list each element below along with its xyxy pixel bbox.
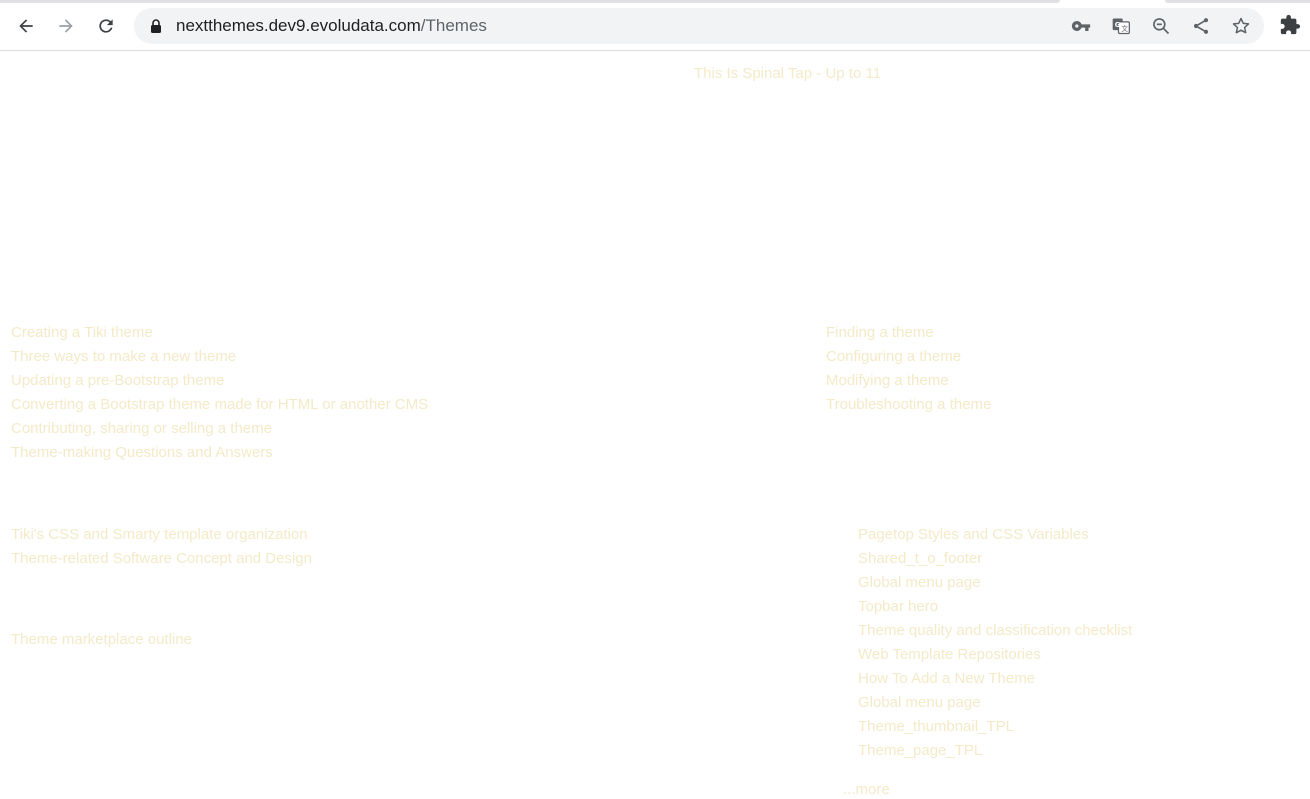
address-bar[interactable]: nextthemes.dev9.evoludata.com/Themes G文 (134, 8, 1264, 44)
link-global-menu-page-2[interactable]: Global menu page (858, 694, 981, 712)
link-topbar-hero[interactable]: Topbar hero (858, 598, 938, 616)
tab-strip (0, 0, 1060, 3)
link-theme-page-tpl[interactable]: Theme_page_TPL (858, 742, 982, 760)
link-modifying-a-theme[interactable]: Modifying a theme (826, 372, 949, 390)
browser-toolbar: nextthemes.dev9.evoludata.com/Themes G文 (0, 0, 1310, 51)
zoom-out-icon[interactable] (1149, 14, 1173, 38)
link-pagetop-styles[interactable]: Pagetop Styles and CSS Variables (858, 526, 1089, 544)
back-arrow-icon[interactable] (12, 12, 40, 40)
link-global-menu-page[interactable]: Global menu page (858, 574, 981, 592)
url-text[interactable]: nextthemes.dev9.evoludata.com/Themes (176, 16, 487, 36)
svg-text:G: G (1115, 21, 1120, 29)
link-theme-thumbnail-tpl[interactable]: Theme_thumbnail_TPL (858, 718, 1014, 736)
star-icon[interactable] (1229, 14, 1253, 38)
key-icon[interactable] (1069, 14, 1093, 38)
url-host: nextthemes.dev9.evoludata.com (176, 16, 421, 35)
svg-text:文: 文 (1121, 24, 1128, 33)
link-finding-a-theme[interactable]: Finding a theme (826, 324, 934, 342)
link-creating-a-tiki-theme[interactable]: Creating a Tiki theme (11, 324, 153, 342)
link-troubleshooting-a-theme[interactable]: Troubleshooting a theme (826, 396, 991, 414)
link-theme-marketplace-outline[interactable]: Theme marketplace outline (11, 631, 192, 649)
link-updating-pre-bootstrap[interactable]: Updating a pre-Bootstrap theme (11, 372, 224, 390)
translate-icon[interactable]: G文 (1109, 14, 1133, 38)
tab-strip-right (1165, 0, 1310, 3)
forward-arrow-icon[interactable] (52, 12, 80, 40)
link-converting-bootstrap-theme[interactable]: Converting a Bootstrap theme made for HT… (11, 396, 428, 414)
lock-icon[interactable] (150, 19, 162, 38)
link-software-concept-design[interactable]: Theme-related Software Concept and Desig… (11, 550, 312, 568)
link-css-smarty-organization[interactable]: Tiki's CSS and Smarty template organizat… (11, 526, 308, 544)
reload-icon[interactable] (92, 12, 120, 40)
share-icon[interactable] (1189, 14, 1213, 38)
link-contributing-theme[interactable]: Contributing, sharing or selling a theme (11, 420, 272, 438)
more-link[interactable]: ...more (843, 781, 890, 799)
url-path: /Themes (420, 16, 487, 35)
link-theme-qa[interactable]: Theme-making Questions and Answers (11, 444, 273, 462)
link-web-template-repositories[interactable]: Web Template Repositories (858, 646, 1041, 664)
site-tagline-link[interactable]: This Is Spinal Tap - Up to 11 (694, 65, 881, 83)
extensions-icon[interactable] (1279, 14, 1303, 38)
link-three-ways-new-theme[interactable]: Three ways to make a new theme (11, 348, 236, 366)
page-content: This Is Spinal Tap - Up to 11 Creating a… (0, 51, 1310, 798)
link-how-to-add-theme[interactable]: How To Add a New Theme (858, 670, 1035, 688)
link-shared-footer[interactable]: Shared_t_o_footer (858, 550, 982, 568)
link-configuring-a-theme[interactable]: Configuring a theme (826, 348, 961, 366)
link-quality-checklist[interactable]: Theme quality and classification checkli… (858, 622, 1132, 640)
